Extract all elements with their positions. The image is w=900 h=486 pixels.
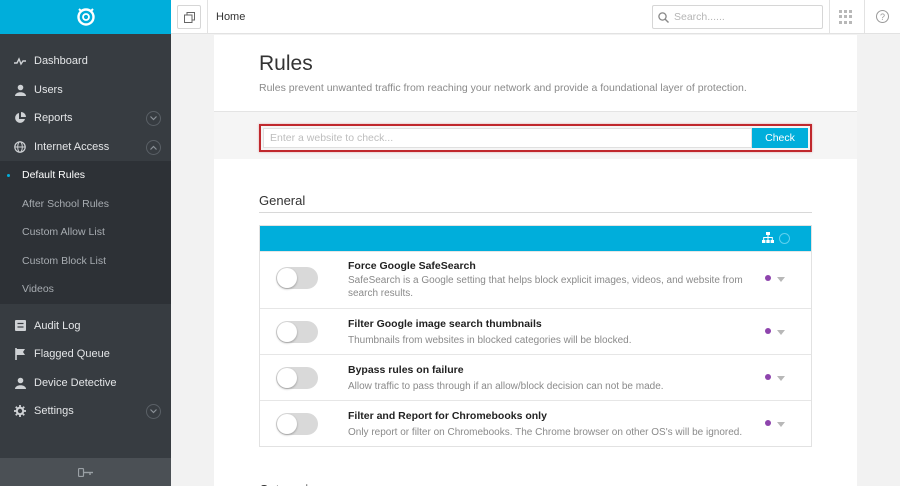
section-title-general: General [259,193,306,208]
check-button[interactable]: Check [752,128,808,148]
flag-icon [13,347,27,361]
windows-icon [183,11,195,23]
rule-title: Force Google SafeSearch [348,260,476,272]
general-rules-table: Force Google SafeSearch SafeSearch is a … [259,225,812,447]
sidebar-subitem-videos[interactable]: Videos [0,275,171,304]
sidebar-subitem-default-rules[interactable]: Default Rules [0,161,171,190]
rule-description: Only report or filter on Chromebooks. Th… [348,427,743,438]
user-icon [13,376,27,390]
chevron-down-icon[interactable] [777,277,785,282]
key-icon [77,467,93,477]
logo-icon [76,8,95,26]
search-input[interactable] [674,11,814,23]
rule-title: Bypass rules on failure [348,364,464,376]
sidebar-subitem-custom-block-list[interactable]: Custom Block List [0,247,171,276]
sidebar-item-label: Users [34,83,63,96]
chevron-down-icon[interactable] [146,404,161,419]
search-box [652,5,823,29]
sidebar-item-label: Internet Access [34,140,110,153]
status-ring-icon [779,233,790,244]
breadcrumb[interactable]: Home [216,11,245,23]
page-description: Rules prevent unwanted traffic from reac… [259,82,747,94]
chevron-down-icon[interactable] [777,330,785,335]
rule-row: Force Google SafeSearch SafeSearch is a … [260,251,811,308]
website-check-band: Check [214,111,857,159]
sidebar-subitem-custom-allow-list[interactable]: Custom Allow List [0,218,171,247]
top-bar: Home ? [171,0,900,34]
rule-status-dot [765,275,771,281]
rule-status-dot [765,374,771,380]
sidebar-item-label: Settings [34,405,74,418]
section-title-categories: Categories [259,482,322,486]
globe-icon [13,140,27,154]
sidebar-item-audit-log[interactable]: Audit Log [0,312,171,341]
subnav-internet-access: Default Rules After School Rules Custom … [0,161,171,304]
rule-description: Thumbnails from websites in blocked cate… [348,335,632,346]
pulse-icon [13,54,27,68]
help-icon[interactable]: ? [876,10,889,23]
log-icon [13,319,27,333]
website-check-input[interactable] [263,128,752,148]
hierarchy-icon[interactable] [762,232,774,246]
sidebar-subitem-after-school-rules[interactable]: After School Rules [0,190,171,219]
rule-description: SafeSearch is a Google setting that help… [348,275,743,299]
rule-description: Allow traffic to pass through if an allo… [348,381,664,392]
chevron-down-icon[interactable] [146,111,161,126]
chevron-down-icon[interactable] [777,422,785,427]
page-title: Rules [259,52,313,75]
rule-row: Filter Google image search thumbnails Th… [260,308,811,354]
rule-status-dot [765,420,771,426]
sidebar-item-label: Flagged Queue [34,348,110,361]
rule-toggle[interactable] [276,267,318,289]
rule-row: Bypass rules on failure Allow traffic to… [260,354,811,400]
rule-title: Filter Google image search thumbnails [348,318,542,330]
rule-title: Filter and Report for Chromebooks only [348,410,547,422]
logo-bar [0,0,171,34]
website-check-form: Check [259,124,812,152]
rules-table-header [260,226,811,251]
sidebar-item-label: Dashboard [34,55,88,68]
rule-toggle[interactable] [276,321,318,343]
search-icon [658,11,669,23]
chevron-up-icon[interactable] [146,139,161,155]
sidebar-item-internet-access[interactable]: Internet Access [0,133,171,162]
rule-row: Filter and Report for Chromebooks only O… [260,400,811,446]
sidebar-item-reports[interactable]: Reports [0,104,171,133]
sidebar-item-label: Audit Log [34,319,81,332]
section-divider [259,212,812,213]
sidebar-item-users[interactable]: Users [0,76,171,105]
sidebar-collapse-button[interactable] [0,458,171,486]
sidebar-item-label: Reports [34,112,73,125]
main-panel: Rules Rules prevent unwanted traffic fro… [214,35,857,486]
chevron-down-icon[interactable] [777,376,785,381]
gear-icon [13,404,27,418]
sidebar-item-dashboard[interactable]: Dashboard [0,47,171,76]
apps-grid-icon[interactable] [839,10,853,24]
sidebar: Dashboard Users Reports Internet Access [0,0,171,486]
sidebar-item-device-detective[interactable]: Device Detective [0,369,171,398]
page-header: Rules Rules prevent unwanted traffic fro… [214,35,857,111]
pie-chart-icon [13,111,27,125]
sidebar-item-label: Device Detective [34,376,117,389]
sidebar-item-flagged-queue[interactable]: Flagged Queue [0,340,171,369]
sidebar-item-settings[interactable]: Settings [0,397,171,426]
rule-toggle[interactable] [276,367,318,389]
window-toggle-button[interactable] [177,5,201,29]
user-icon [13,83,27,97]
rule-toggle[interactable] [276,413,318,435]
rule-status-dot [765,328,771,334]
